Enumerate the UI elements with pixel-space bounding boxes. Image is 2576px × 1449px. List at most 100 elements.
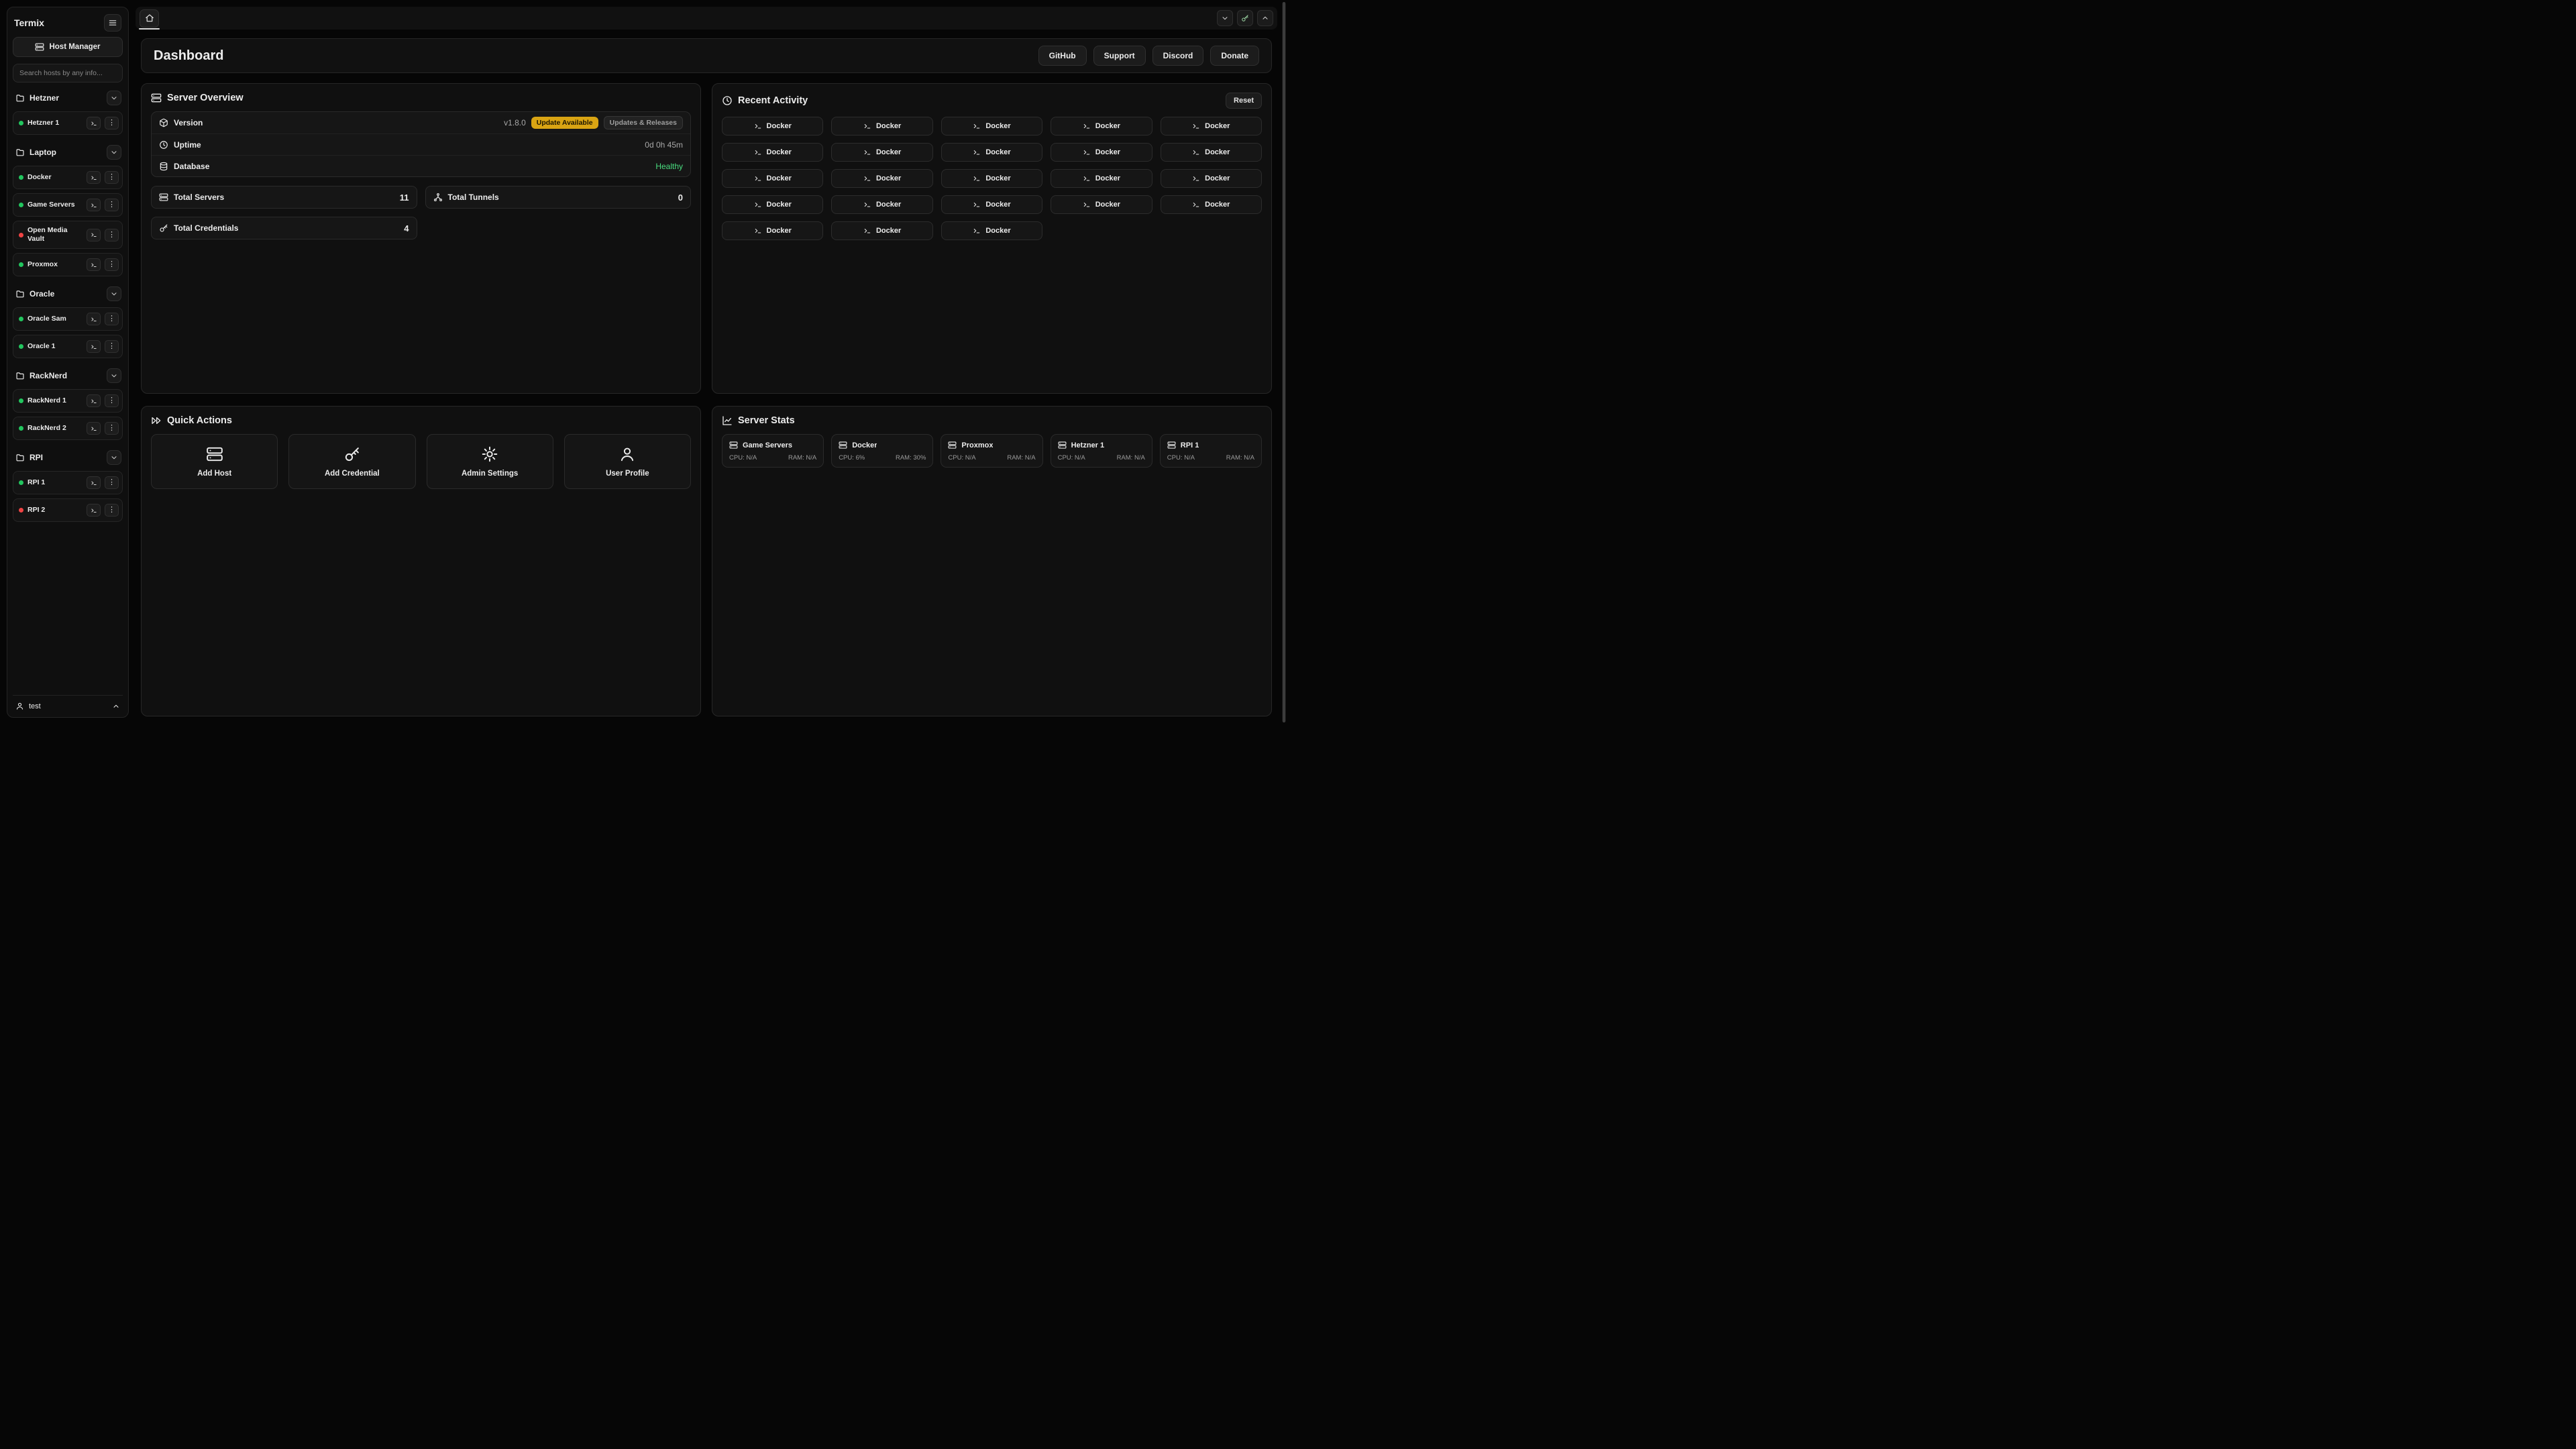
host-menu-button[interactable]: ⋮ bbox=[105, 117, 119, 129]
host-menu-button[interactable]: ⋮ bbox=[105, 171, 119, 184]
recent-activity-item[interactable]: Docker bbox=[831, 195, 932, 214]
server-stat-proxmox[interactable]: Proxmox CPU: N/A RAM: N/A bbox=[941, 434, 1042, 468]
recent-activity-item[interactable]: Docker bbox=[941, 221, 1042, 240]
host-rpi-1[interactable]: RPI 1 ⋮ bbox=[13, 471, 123, 494]
folder-collapse-button[interactable] bbox=[107, 91, 121, 105]
recent-activity-item[interactable]: Docker bbox=[1051, 143, 1152, 162]
recent-activity-item[interactable]: Docker bbox=[1161, 195, 1262, 214]
updates-releases-button[interactable]: Updates & Releases bbox=[604, 116, 683, 129]
open-terminal-button[interactable] bbox=[87, 229, 101, 241]
recent-activity-label: Docker bbox=[876, 148, 901, 156]
reset-button[interactable]: Reset bbox=[1226, 93, 1262, 109]
host-oracle-1[interactable]: Oracle 1 ⋮ bbox=[13, 335, 123, 358]
tab-scroll-up-button[interactable] bbox=[1257, 10, 1273, 26]
open-terminal-button[interactable] bbox=[87, 394, 101, 407]
recent-activity-item[interactable]: Docker bbox=[1161, 169, 1262, 188]
folder-header[interactable]: RPI bbox=[13, 449, 123, 466]
recent-activity-item[interactable]: Docker bbox=[941, 169, 1042, 188]
support-button[interactable]: Support bbox=[1093, 46, 1146, 66]
sidebar-menu-button[interactable] bbox=[104, 14, 121, 32]
kebab-icon: ⋮ bbox=[108, 119, 115, 127]
host-menu-button[interactable]: ⋮ bbox=[105, 476, 119, 489]
server-stat-hetzner-1[interactable]: Hetzner 1 CPU: N/A RAM: N/A bbox=[1051, 434, 1152, 468]
server-stat-game-servers[interactable]: Game Servers CPU: N/A RAM: N/A bbox=[722, 434, 824, 468]
open-terminal-button[interactable] bbox=[87, 340, 101, 353]
host-menu-button[interactable]: ⋮ bbox=[105, 504, 119, 517]
host-game-servers[interactable]: Game Servers ⋮ bbox=[13, 193, 123, 217]
open-terminal-button[interactable] bbox=[87, 504, 101, 517]
donate-button[interactable]: Donate bbox=[1210, 46, 1259, 66]
recent-activity-item[interactable]: Docker bbox=[941, 195, 1042, 214]
host-menu-button[interactable]: ⋮ bbox=[105, 422, 119, 435]
open-terminal-button[interactable] bbox=[87, 117, 101, 129]
recent-activity-item[interactable]: Docker bbox=[1051, 195, 1152, 214]
open-terminal-button[interactable] bbox=[87, 199, 101, 211]
host-hetzner-1[interactable]: Hetzner 1 ⋮ bbox=[13, 111, 123, 135]
tab-home[interactable] bbox=[140, 9, 159, 28]
recent-activity-item[interactable]: Docker bbox=[1161, 117, 1262, 136]
github-button[interactable]: GitHub bbox=[1038, 46, 1087, 66]
host-manager-button[interactable]: Host Manager bbox=[13, 37, 123, 57]
recent-activity-item[interactable]: Docker bbox=[831, 143, 932, 162]
folder-header[interactable]: Oracle bbox=[13, 285, 123, 303]
add-credential-tile[interactable]: Add Credential bbox=[288, 434, 415, 489]
open-terminal-button[interactable] bbox=[87, 422, 101, 435]
recent-activity-item[interactable]: Docker bbox=[1161, 143, 1262, 162]
recent-activity-item[interactable]: Docker bbox=[722, 117, 823, 136]
folder-header[interactable]: Laptop bbox=[13, 144, 123, 161]
recent-activity-item[interactable]: Docker bbox=[722, 143, 823, 162]
open-terminal-button[interactable] bbox=[87, 258, 101, 271]
scrollbar-thumb[interactable] bbox=[1283, 2, 1285, 722]
host-menu-button[interactable]: ⋮ bbox=[105, 340, 119, 353]
host-docker[interactable]: Docker ⋮ bbox=[13, 166, 123, 189]
admin-settings-tile[interactable]: Admin Settings bbox=[427, 434, 553, 489]
folder-header[interactable]: RackNerd bbox=[13, 367, 123, 384]
recent-activity-item[interactable]: Docker bbox=[722, 169, 823, 188]
terminal-icon bbox=[973, 227, 981, 235]
host-racknerd-2[interactable]: RackNerd 2 ⋮ bbox=[13, 417, 123, 440]
recent-activity-item[interactable]: Docker bbox=[1051, 117, 1152, 136]
host-menu-button[interactable]: ⋮ bbox=[105, 199, 119, 211]
recent-activity-item[interactable]: Docker bbox=[722, 221, 823, 240]
host-menu-button[interactable]: ⋮ bbox=[105, 313, 119, 325]
recent-activity-item[interactable]: Docker bbox=[941, 117, 1042, 136]
folder-collapse-button[interactable] bbox=[107, 145, 121, 160]
server-stat-rpi-1[interactable]: RPI 1 CPU: N/A RAM: N/A bbox=[1160, 434, 1262, 468]
update-available-badge[interactable]: Update Available bbox=[531, 117, 598, 129]
search-input[interactable] bbox=[13, 64, 123, 83]
recent-activity-item[interactable]: Docker bbox=[831, 169, 932, 188]
folder-collapse-button[interactable] bbox=[107, 368, 121, 383]
folder-header[interactable]: Hetzner bbox=[13, 89, 123, 107]
host-name: Docker bbox=[28, 173, 83, 182]
add-host-tile[interactable]: Add Host bbox=[151, 434, 278, 489]
host-proxmox[interactable]: Proxmox ⋮ bbox=[13, 253, 123, 276]
scrollbar[interactable] bbox=[1282, 2, 1286, 722]
tab-scroll-down-button[interactable] bbox=[1217, 10, 1233, 26]
folder-collapse-button[interactable] bbox=[107, 286, 121, 301]
ram-value: RAM: 30% bbox=[896, 454, 926, 462]
open-terminal-button[interactable] bbox=[87, 171, 101, 184]
recent-activity-item[interactable]: Docker bbox=[831, 117, 932, 136]
host-racknerd-1[interactable]: RackNerd 1 ⋮ bbox=[13, 389, 123, 413]
recent-activity-item[interactable]: Docker bbox=[831, 221, 932, 240]
host-open-media-vault[interactable]: Open Media Vault ⋮ bbox=[13, 221, 123, 249]
server-stat-docker[interactable]: Docker CPU: 6% RAM: 30% bbox=[831, 434, 933, 468]
open-terminal-button[interactable] bbox=[87, 476, 101, 489]
recent-activity-item[interactable]: Docker bbox=[722, 195, 823, 214]
host-menu-button[interactable]: ⋮ bbox=[105, 229, 119, 241]
recent-activity-item[interactable]: Docker bbox=[941, 143, 1042, 162]
user-profile-tile[interactable]: User Profile bbox=[564, 434, 691, 489]
folder-collapse-button[interactable] bbox=[107, 450, 121, 465]
ssh-keys-button[interactable] bbox=[1237, 10, 1253, 26]
recent-activity-item[interactable]: Docker bbox=[1051, 169, 1152, 188]
user-menu[interactable]: test bbox=[13, 695, 123, 712]
host-menu-button[interactable]: ⋮ bbox=[105, 258, 119, 271]
host-rpi-2[interactable]: RPI 2 ⋮ bbox=[13, 498, 123, 522]
kebab-icon: ⋮ bbox=[108, 231, 115, 239]
host-oracle-sam[interactable]: Oracle Sam ⋮ bbox=[13, 307, 123, 331]
host-menu-button[interactable]: ⋮ bbox=[105, 394, 119, 407]
terminal-icon bbox=[863, 122, 871, 130]
open-terminal-button[interactable] bbox=[87, 313, 101, 325]
server-stat-metrics: CPU: N/A RAM: N/A bbox=[1167, 454, 1254, 462]
discord-button[interactable]: Discord bbox=[1152, 46, 1204, 66]
